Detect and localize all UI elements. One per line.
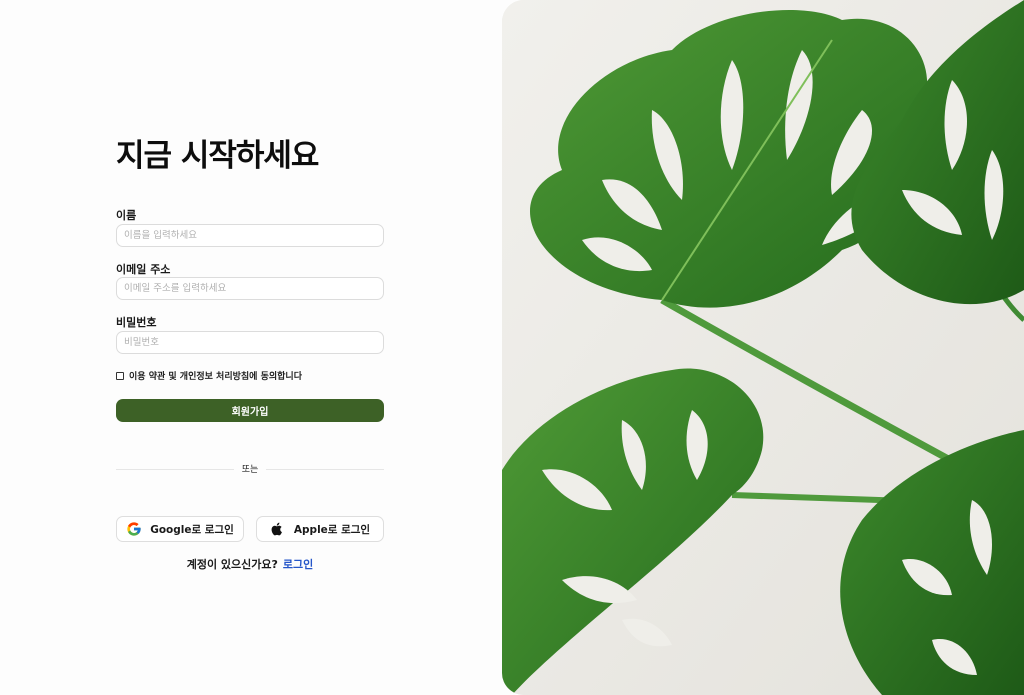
signup-form: 지금 시작하세요 이름 이메일 주소 비밀번호 이용 약관 및 개인정보 처리방…	[116, 0, 386, 695]
login-prompt-text: 계정이 있으신가요?	[186, 558, 278, 571]
email-label: 이메일 주소	[116, 263, 171, 276]
apple-icon	[270, 521, 286, 537]
name-input[interactable]	[116, 224, 384, 247]
password-label: 비밀번호	[116, 316, 157, 329]
email-input[interactable]	[116, 277, 384, 300]
signup-page: 지금 시작하세요 이름 이메일 주소 비밀번호 이용 약관 및 개인정보 처리방…	[0, 0, 1024, 695]
name-label: 이름	[116, 209, 137, 222]
login-prompt-row: 계정이 있으신가요? 로그인	[116, 556, 384, 572]
apple-login-button[interactable]: Apple로 로그인	[256, 516, 384, 542]
terms-checkbox[interactable]	[116, 371, 124, 380]
monstera-image	[502, 0, 1024, 695]
apple-login-label: Apple로 로그인	[293, 523, 371, 536]
monstera-leaves-illustration	[502, 0, 1024, 695]
signup-button[interactable]: 회원가입	[116, 399, 384, 422]
password-input[interactable]	[116, 331, 384, 354]
google-icon	[126, 521, 142, 537]
google-login-label: Google로 로그인	[150, 523, 234, 536]
or-divider: 또는	[116, 462, 384, 476]
page-title: 지금 시작하세요	[116, 138, 319, 174]
google-login-button[interactable]: Google로 로그인	[116, 516, 244, 542]
login-link[interactable]: 로그인	[283, 558, 313, 571]
terms-label: 이용 약관 및 개인정보 처리방침에 동의합니다	[129, 372, 302, 382]
terms-row[interactable]: 이용 약관 및 개인정보 처리방침에 동의합니다	[116, 369, 302, 382]
divider-line-right	[266, 469, 384, 470]
